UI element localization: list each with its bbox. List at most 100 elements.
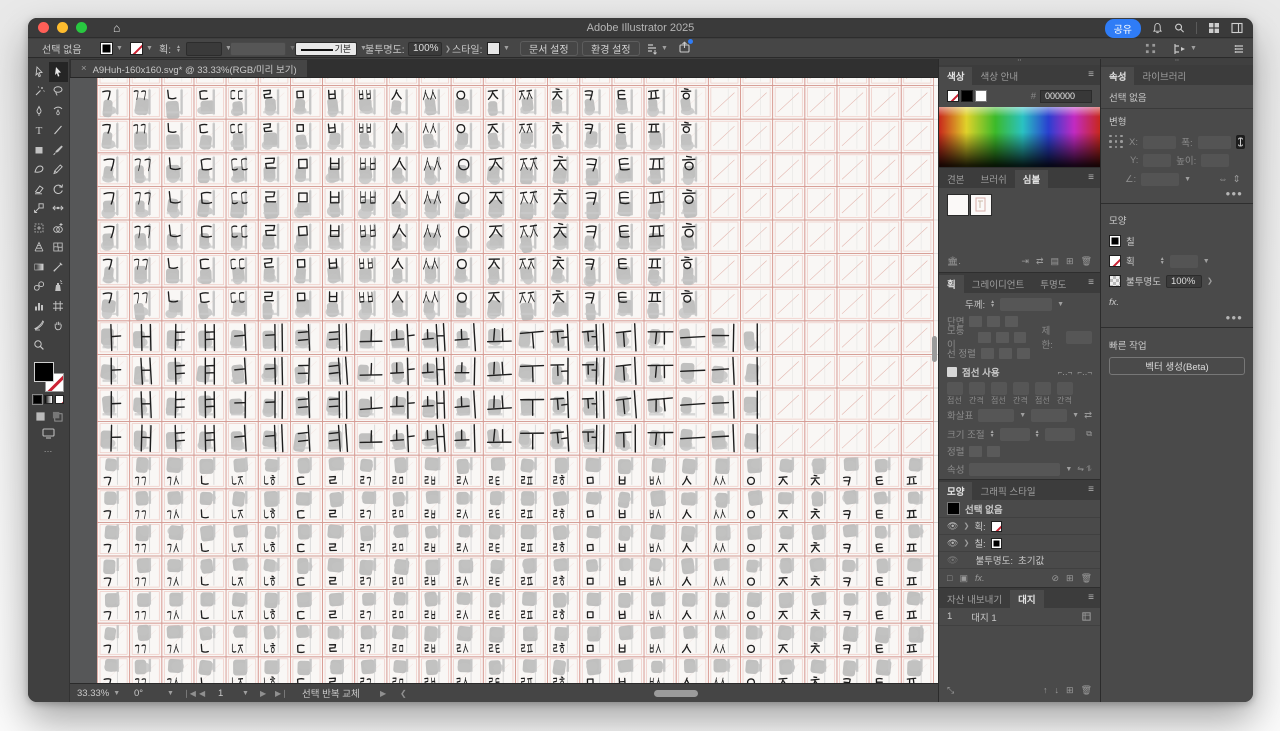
- properties-opacity-field[interactable]: 100%: [1165, 274, 1202, 288]
- snap-options-icon[interactable]: [1145, 39, 1156, 58]
- stroke-weight-stepper[interactable]: ▲ ▼: [176, 39, 181, 58]
- tool-lasso[interactable]: [49, 82, 68, 102]
- height-field[interactable]: [1201, 153, 1230, 167]
- zoom-level[interactable]: 33.33% ▼: [77, 684, 120, 702]
- line-style-dropdown[interactable]: 기본 ▼: [295, 39, 367, 58]
- artboard-nav-next[interactable]: ▶: [260, 684, 266, 702]
- tab-swatches[interactable]: 견본: [939, 170, 972, 188]
- cap-round-button[interactable]: [987, 315, 1001, 327]
- dash-field[interactable]: [1013, 381, 1029, 395]
- artboard-panel-menu-icon[interactable]: ≡: [1088, 592, 1094, 603]
- tab-asset-export[interactable]: 자산 내보내기: [939, 590, 1010, 608]
- properties-stroke-weight-field[interactable]: [1169, 254, 1198, 268]
- tool-artboard[interactable]: [49, 296, 68, 316]
- horizontal-scrollbar[interactable]: [654, 690, 698, 697]
- tab-artboards[interactable]: 대지: [1010, 590, 1044, 608]
- new-artboard-icon[interactable]: ⊞: [1066, 685, 1074, 696]
- style-swatch-dropdown[interactable]: ▼: [487, 39, 510, 58]
- clear-appearance-icon[interactable]: ⊘: [1051, 573, 1059, 584]
- align-inside-button[interactable]: [998, 347, 1012, 359]
- tool-mesh[interactable]: [49, 238, 68, 258]
- corner-bevel-button[interactable]: [1013, 331, 1027, 343]
- tab-color[interactable]: 색상: [939, 67, 973, 85]
- tool-free-transform[interactable]: [30, 218, 49, 238]
- tool-type[interactable]: T: [30, 121, 49, 141]
- dash-align-icon[interactable]: ⌐‥¬: [1077, 368, 1092, 377]
- tab-graphic-styles[interactable]: 그래픽 스타일: [972, 482, 1043, 500]
- x-field[interactable]: [1142, 135, 1177, 149]
- opacity-visibility-icon[interactable]: 👁: [947, 555, 958, 566]
- transform-more-options[interactable]: ●●●: [1101, 189, 1253, 198]
- align-outside-button[interactable]: [1016, 347, 1030, 359]
- tool-pencil[interactable]: [49, 160, 68, 180]
- artboard[interactable]: [97, 78, 938, 683]
- dash-field[interactable]: [1057, 381, 1073, 395]
- artboard-row-name[interactable]: 대지 1: [971, 610, 996, 624]
- stroke-weight-dropdown[interactable]: ▼: [186, 39, 232, 58]
- new-fill-icon[interactable]: ▣: [959, 573, 968, 584]
- cap-projecting-button[interactable]: [1005, 315, 1019, 327]
- dash-field[interactable]: [1035, 381, 1051, 395]
- arrow-scale-start-field[interactable]: [999, 427, 1030, 441]
- tool-column-graph[interactable]: [30, 296, 49, 316]
- brush-definition-dropdown[interactable]: ▼: [230, 39, 296, 58]
- symbol-options-icon[interactable]: ▤: [1051, 256, 1060, 267]
- tab-properties[interactable]: 속성: [1101, 67, 1135, 85]
- flip-vertical-icon[interactable]: ⇕: [1233, 174, 1241, 185]
- search-icon[interactable]: [1174, 22, 1185, 34]
- delete-artboard-icon[interactable]: 🗑: [1081, 685, 1092, 696]
- fill-color-control[interactable]: ▼: [100, 39, 123, 58]
- artboard-number-field[interactable]: 1: [218, 684, 223, 702]
- appearance-fill-swatch[interactable]: [990, 537, 1002, 549]
- arrow-start-dropdown[interactable]: [978, 408, 1015, 422]
- tool-pen[interactable]: [30, 101, 49, 121]
- apps-icon[interactable]: [1208, 22, 1220, 34]
- share-button[interactable]: 공유: [1104, 18, 1141, 38]
- corner-round-button[interactable]: [995, 331, 1009, 343]
- stroke-color-control[interactable]: ▼: [130, 39, 153, 58]
- dash-field[interactable]: [969, 381, 985, 395]
- arrow-align-tip-button[interactable]: [969, 445, 983, 457]
- tab-libraries[interactable]: 라이브러리: [1134, 67, 1194, 85]
- vector-generate-button[interactable]: 벡터 생성(Beta): [1109, 357, 1245, 375]
- rearrange-artboards-icon[interactable]: ⤡: [947, 685, 954, 696]
- appearance-stroke-swatch[interactable]: [990, 520, 1002, 532]
- width-field[interactable]: [1197, 135, 1231, 149]
- stroke-panel-menu-icon[interactable]: ≡: [1088, 277, 1094, 288]
- tool-direct-selection[interactable]: [30, 62, 49, 82]
- share-document-icon[interactable]: [678, 38, 693, 58]
- tool-symbol-sprayer[interactable]: [49, 277, 68, 297]
- tool-width[interactable]: [49, 199, 68, 219]
- tab-appearance[interactable]: 모양: [939, 482, 973, 500]
- color-mode-icon[interactable]: [33, 394, 42, 404]
- align-center-button[interactable]: [980, 347, 994, 359]
- symbol-thumbnail[interactable]: [947, 194, 969, 216]
- limit-field[interactable]: [1066, 330, 1093, 344]
- workspace-icon[interactable]: [1231, 22, 1243, 34]
- vertical-scrollbar[interactable]: [932, 336, 937, 362]
- tool-gradient[interactable]: [30, 257, 49, 277]
- align-options-icon[interactable]: ▼: [646, 39, 668, 58]
- tool-shape-builder[interactable]: [49, 218, 68, 238]
- more-tools-button[interactable]: …: [44, 444, 54, 454]
- artboard-nav-last[interactable]: ▶❘: [275, 684, 288, 702]
- symbol-new-icon[interactable]: ⊞: [1066, 256, 1074, 267]
- stroke-visibility-icon[interactable]: 👁: [947, 521, 958, 532]
- status-back-icon[interactable]: ❮: [400, 684, 407, 702]
- symbol-break-icon[interactable]: ⇄: [1036, 256, 1044, 267]
- arrange-icon[interactable]: ▼: [1173, 39, 1197, 58]
- tool-hand[interactable]: [49, 316, 68, 336]
- rotation-dropdown[interactable]: ▼: [167, 684, 174, 702]
- color-spectrum[interactable]: [939, 107, 1100, 167]
- tab-transparency[interactable]: 투명도: [1032, 275, 1074, 293]
- tool-blend[interactable]: [30, 277, 49, 297]
- arrow-scale-link-icon[interactable]: ⧉: [1086, 429, 1092, 439]
- tool-selection[interactable]: [48, 62, 68, 82]
- arrow-align-end-button[interactable]: [987, 445, 1001, 457]
- arrow-swap-icon[interactable]: ⇄: [1084, 410, 1092, 421]
- tool-line-segment[interactable]: [49, 121, 68, 141]
- menu-icon[interactable]: [1233, 39, 1245, 58]
- screen-mode-icon[interactable]: [42, 427, 55, 439]
- profile-dropdown[interactable]: [969, 462, 1061, 476]
- tool-paintbrush[interactable]: [49, 140, 68, 160]
